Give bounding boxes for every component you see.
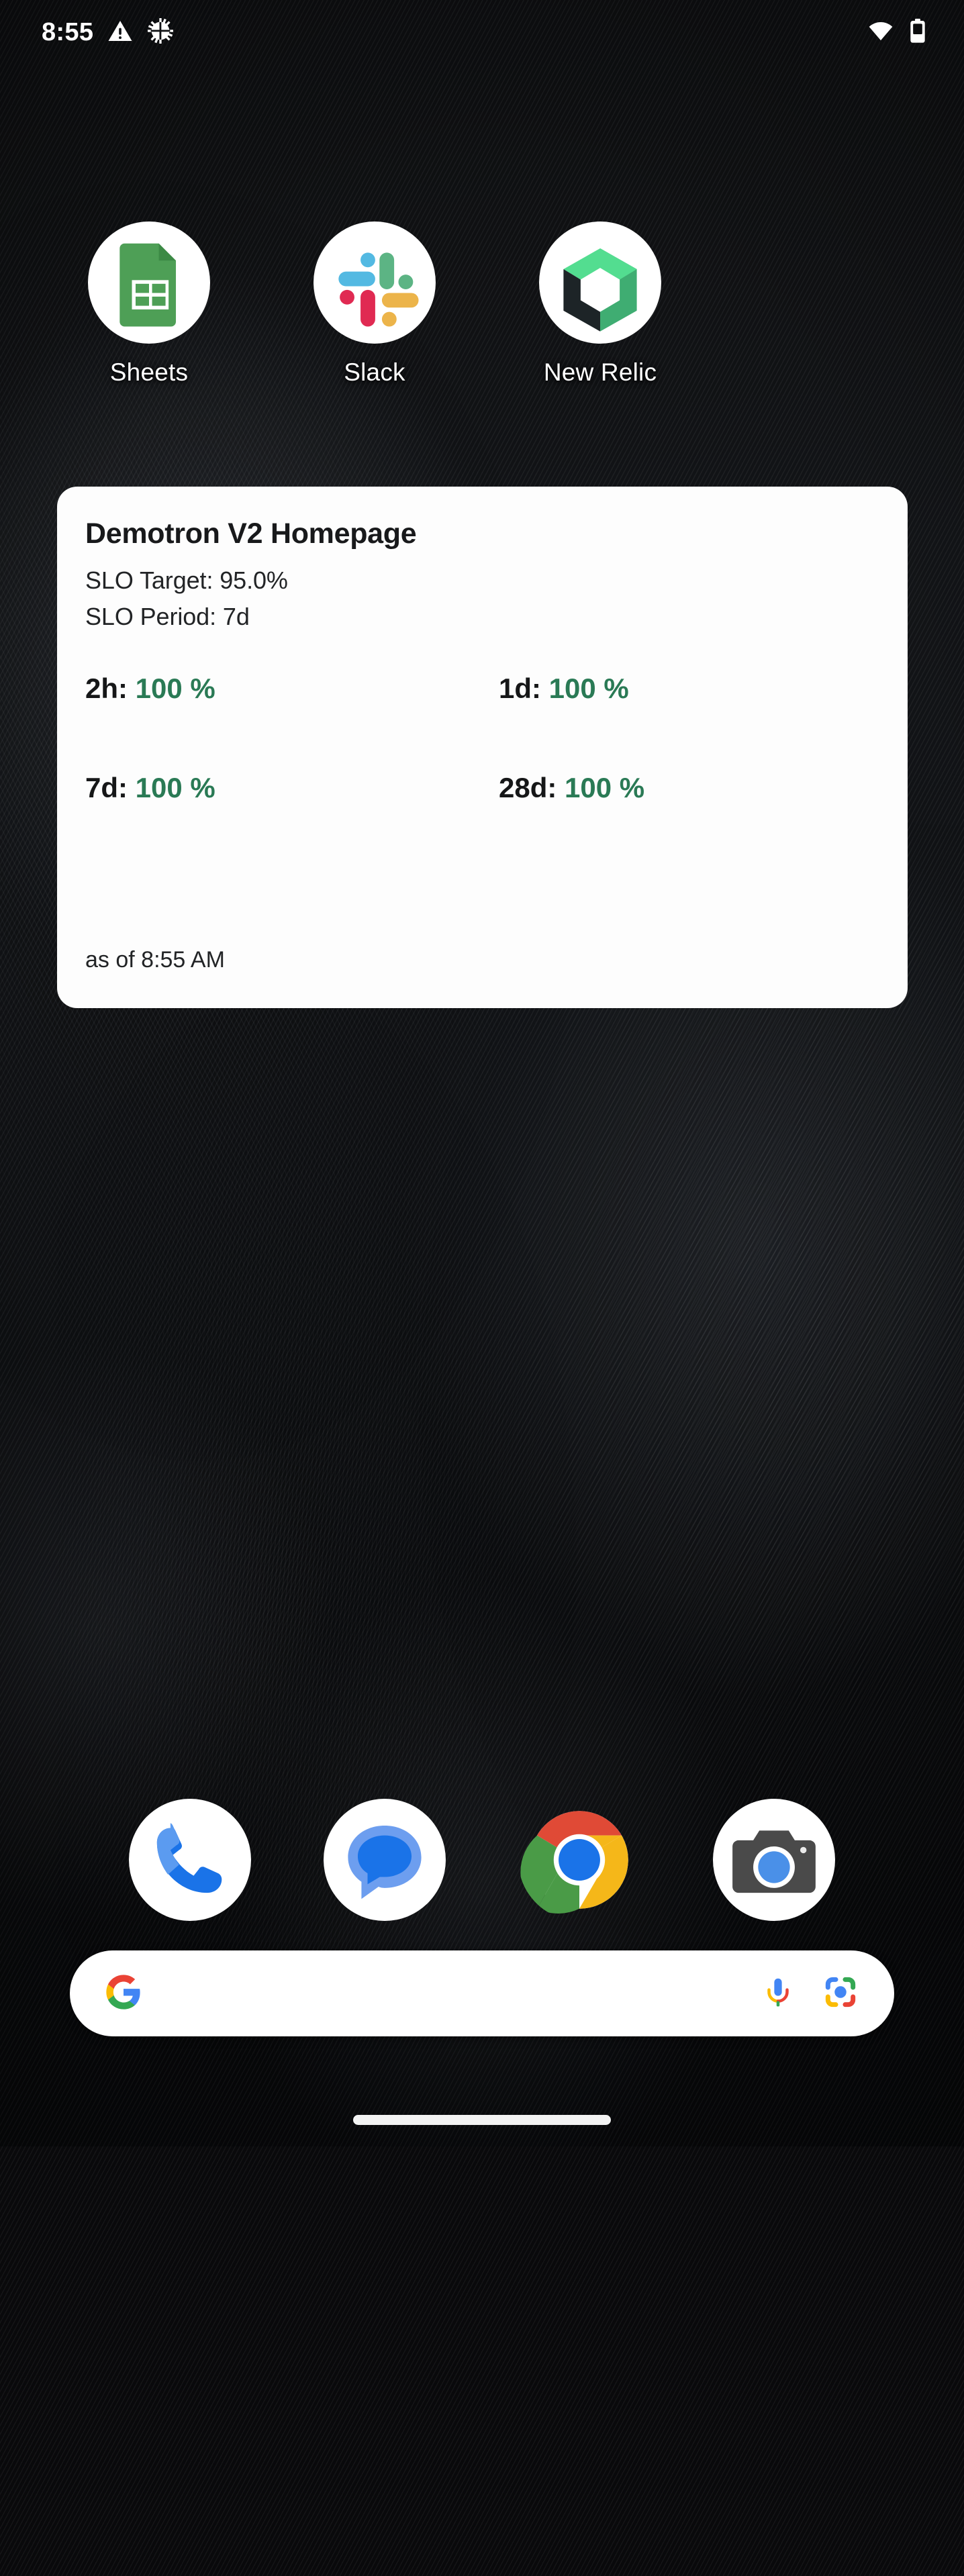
warning-triangle-icon [107,17,134,48]
google-lens-icon[interactable] [822,1973,859,2014]
slo-label-7d: 7d: [85,772,128,803]
app-label-sheets: Sheets [109,358,189,386]
status-bar-clock: 8:55 [42,17,94,46]
slo-entry-28d: 28d: 100 % [499,772,879,804]
microphone-icon[interactable] [760,1974,796,2014]
status-bar: 8:55 [0,0,964,64]
google-g-icon [105,1973,142,2014]
search-input[interactable] [160,1950,742,2036]
widget-title: Demotron V2 Homepage [85,517,417,550]
slo-entry-2h: 2h: 100 % [85,673,499,705]
slack-icon[interactable] [314,221,436,344]
widget-as-of-timestamp: as of 8:55 AM [85,947,225,973]
app-icon-row: Sheets Slack New Relic [0,221,964,387]
app-label-new-relic: New Relic [543,358,657,386]
gear-icon [147,17,174,48]
phone-icon[interactable] [129,1799,251,1921]
search-actions [760,1973,859,2014]
slo-entry-1d: 1d: 100 % [499,673,879,705]
battery-icon [906,17,929,48]
widget-slo-period: SLO Period: 7d [85,603,250,630]
status-bar-left: 8:55 [42,17,174,48]
gesture-nav-pill[interactable] [353,2115,611,2125]
app-shortcut-new-relic[interactable]: New Relic [487,221,713,387]
slo-label-1d: 1d: [499,673,541,704]
slo-widget-card[interactable]: Demotron V2 Homepage SLO Target: 95.0% S… [57,487,908,1008]
slo-label-28d: 28d: [499,772,557,803]
camera-icon[interactable] [713,1799,835,1921]
status-bar-right [867,17,929,48]
app-shortcut-slack[interactable]: Slack [262,221,487,387]
slo-value-7d: 100 % [135,772,215,803]
widget-slo-target: SLO Target: 95.0% [85,566,288,594]
chrome-icon[interactable] [518,1799,640,1921]
slo-entry-7d: 7d: 100 % [85,772,499,804]
google-sheets-icon[interactable] [88,221,210,344]
slo-value-1d: 100 % [548,673,629,704]
slo-value-grid: 2h: 100 % 1d: 100 % 7d: 100 % 28d: 100 % [85,673,879,804]
app-shortcut-sheets[interactable]: Sheets [36,221,262,387]
slo-value-2h: 100 % [135,673,215,704]
app-label-slack: Slack [344,358,405,386]
new-relic-icon[interactable] [539,221,661,344]
dock [0,1799,964,1921]
slo-label-2h: 2h: [85,673,128,704]
google-search-bar[interactable] [70,1950,894,2036]
wifi-icon [867,17,894,48]
messages-icon[interactable] [324,1799,446,1921]
slo-value-28d: 100 % [565,772,645,803]
